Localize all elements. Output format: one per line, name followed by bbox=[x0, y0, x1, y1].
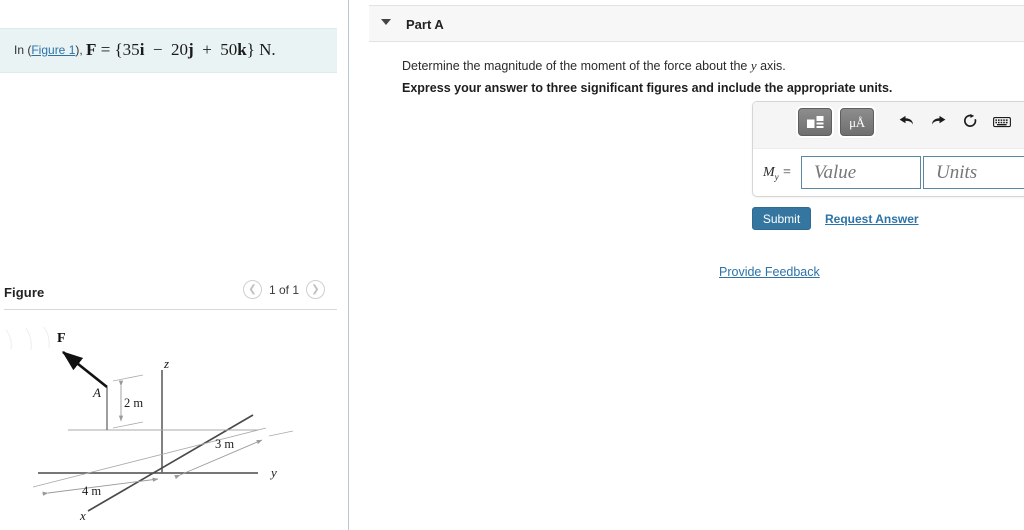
problem-statement-text: In (Figure 1), F = {35i − 20j + 50k} N. bbox=[14, 39, 323, 60]
undo-icon[interactable] bbox=[894, 110, 918, 134]
answer-equals-sign: = bbox=[782, 165, 792, 180]
figure-1-link[interactable]: Figure 1 bbox=[31, 43, 75, 57]
problem-prefix: In ( bbox=[14, 43, 32, 57]
part-a-header[interactable]: Part A bbox=[369, 5, 1024, 42]
chevron-left-icon: ❮ bbox=[248, 283, 257, 295]
value-input[interactable] bbox=[801, 156, 921, 189]
question-prompt-text-a: Determine the magnitude of the moment of… bbox=[402, 59, 751, 73]
math-template-icon[interactable] bbox=[798, 108, 832, 136]
answer-toolbar: μÅ bbox=[753, 102, 1024, 149]
chevron-right-icon: ❯ bbox=[311, 283, 320, 295]
left-panel: In (Figure 1), F = {35i − 20j + 50k} N. … bbox=[0, 0, 348, 530]
figure-header-divider bbox=[4, 309, 337, 310]
part-a-title: Part A bbox=[406, 17, 444, 32]
figure-next-button[interactable]: ❯ bbox=[306, 280, 325, 299]
axis-x-label: x bbox=[79, 508, 86, 523]
caret-down-icon[interactable] bbox=[381, 19, 391, 25]
page-root: In (Figure 1), F = {35i − 20j + 50k} N. … bbox=[0, 0, 1024, 530]
problem-suffix: ), bbox=[75, 43, 87, 57]
request-answer-link[interactable]: Request Answer bbox=[825, 212, 919, 226]
dimension-2m-label: 2 m bbox=[124, 396, 143, 410]
axis-y-label: y bbox=[269, 465, 277, 480]
figure-title: Figure bbox=[4, 285, 45, 300]
units-icon[interactable]: μÅ bbox=[840, 108, 874, 136]
keyboard-icon[interactable] bbox=[990, 110, 1014, 134]
problem-statement-box: In (Figure 1), F = {35i − 20j + 50k} N. bbox=[0, 28, 337, 74]
figure-count-label: 1 of 1 bbox=[268, 282, 299, 297]
dimension-3m-label: 3 m bbox=[215, 437, 234, 451]
units-input[interactable] bbox=[923, 156, 1024, 189]
answer-widget: μÅ My = Value Units bbox=[752, 101, 1024, 197]
question-prompt-text-b: axis. bbox=[756, 59, 786, 73]
dimension-4m-label: 4 m bbox=[82, 484, 101, 498]
answer-variable-label: My = bbox=[763, 165, 792, 182]
question-prompt: Determine the magnitude of the moment of… bbox=[402, 58, 786, 74]
units-icon-label: μÅ bbox=[849, 114, 865, 130]
axis-z-label: z bbox=[163, 356, 169, 371]
redo-icon[interactable] bbox=[926, 110, 950, 134]
answer-toolbar-items: μÅ bbox=[798, 108, 1024, 136]
point-a-label: A bbox=[92, 385, 101, 400]
right-panel: Part A Determine the magnitude of the mo… bbox=[349, 0, 1024, 530]
force-label: F bbox=[57, 331, 66, 346]
answer-input-row: My = bbox=[753, 154, 1024, 194]
answer-variable-subscript: y bbox=[774, 171, 779, 182]
question-instruction: Express your answer to three significant… bbox=[402, 81, 893, 95]
figure-section-header: Figure ❮ 1 of 1 ❯ bbox=[0, 280, 337, 308]
figure-prev-button[interactable]: ❮ bbox=[242, 280, 262, 299]
answer-variable-symbol: M bbox=[763, 165, 775, 180]
scan-artifact bbox=[5, 326, 50, 351]
reset-icon[interactable] bbox=[958, 110, 982, 134]
figure-image: y z x F A 2 m 4 m 3 m bbox=[0, 318, 337, 530]
figure-navigation: ❮ 1 of 1 ❯ bbox=[242, 280, 325, 299]
force-expression: F = {35i − 20j + 50k} N. bbox=[86, 40, 276, 59]
provide-feedback-link[interactable]: Provide Feedback bbox=[719, 265, 820, 279]
submit-button[interactable]: Submit bbox=[752, 207, 811, 230]
